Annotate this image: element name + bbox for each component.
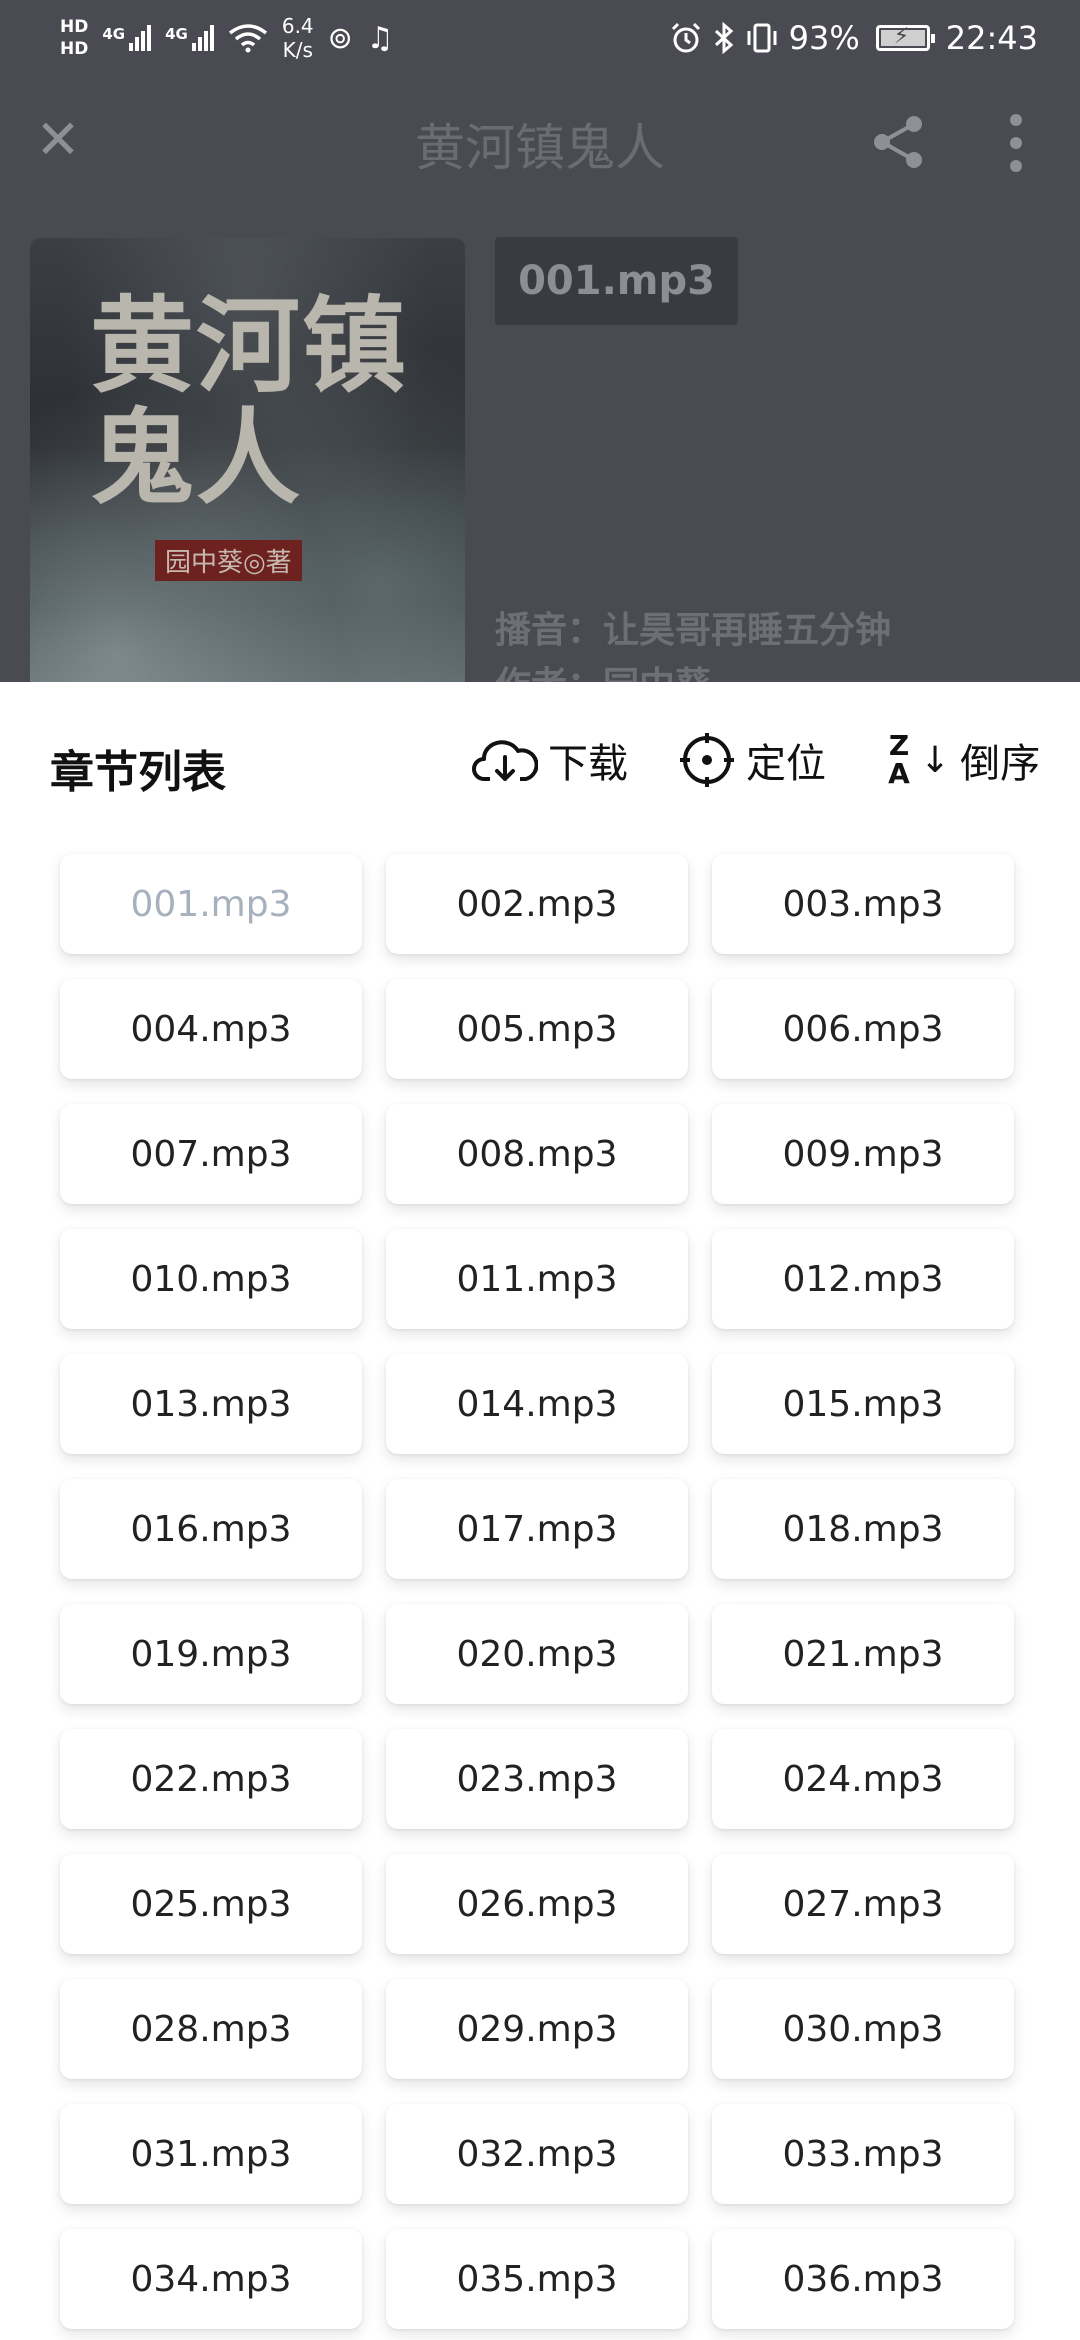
background-page: HD HD 4G 4G 6.4 K/s ⊚ ♫ 93% ⚡ 22:43 ✕ 黄河…	[0, 0, 1080, 682]
chapter-item[interactable]: 026.mp3	[386, 1854, 688, 1954]
chapter-item[interactable]: 018.mp3	[712, 1479, 1014, 1579]
sort-za-icon: Z A ↓	[880, 729, 950, 791]
status-bar: HD HD 4G 4G 6.4 K/s ⊚ ♫ 93% ⚡ 22:43	[0, 0, 1080, 72]
alarm-icon	[671, 22, 700, 53]
music-icon: ♫	[366, 20, 394, 56]
narrator-text: 播音：让昊哥再睡五分钟	[495, 610, 892, 651]
chapter-item[interactable]: 031.mp3	[60, 2104, 362, 2204]
download-label: 下载	[548, 741, 628, 787]
sort-a: A	[888, 757, 910, 790]
battery-icon: ⚡	[875, 24, 935, 51]
sheet-header: 章节列表 下载 定位 Z A ↓ 倒序	[0, 682, 1080, 842]
chapter-item[interactable]: 027.mp3	[712, 1854, 1014, 1954]
cloud-download-icon	[472, 740, 538, 781]
sort-z: Z	[888, 729, 910, 762]
share-icon[interactable]	[868, 112, 928, 172]
chapter-item[interactable]: 033.mp3	[712, 2104, 1014, 2204]
net2-label: 4G	[165, 25, 188, 43]
chapter-item[interactable]: 029.mp3	[386, 1979, 688, 2079]
chapter-item[interactable]: 014.mp3	[386, 1354, 688, 1454]
chapter-item[interactable]: 023.mp3	[386, 1729, 688, 1829]
hd2-label: HD	[60, 39, 89, 59]
cover-author: 园中葵◎著	[155, 540, 302, 581]
chapter-item[interactable]: 013.mp3	[60, 1354, 362, 1454]
chapter-item[interactable]: 015.mp3	[712, 1354, 1014, 1454]
chapter-item[interactable]: 008.mp3	[386, 1104, 688, 1204]
vibrate-icon	[747, 23, 777, 53]
sheet-title: 章节列表	[50, 747, 226, 798]
bluetooth-icon	[714, 21, 733, 55]
chapter-item[interactable]: 002.mp3	[386, 854, 688, 954]
network-speed: 6.4 K/s	[282, 14, 314, 62]
chapter-item[interactable]: 022.mp3	[60, 1729, 362, 1829]
author-text: 作者：园中葵	[495, 656, 711, 682]
net1-label: 4G	[102, 25, 126, 43]
chapter-list-sheet: 章节列表 下载 定位 Z A ↓ 倒序 001.mp3 002.mp3 003.…	[0, 682, 1080, 2340]
chapter-item[interactable]: 011.mp3	[386, 1229, 688, 1329]
cover-title: 黄河镇鬼人	[90, 284, 409, 519]
chapter-item[interactable]: 035.mp3	[386, 2229, 688, 2329]
chapter-item[interactable]: 009.mp3	[712, 1104, 1014, 1204]
chapter-grid: 001.mp3 002.mp3 003.mp3 004.mp3 005.mp3 006.m…	[60, 854, 1015, 2329]
chapter-item[interactable]: 019.mp3	[60, 1604, 362, 1704]
chapter-item[interactable]: 034.mp3	[60, 2229, 362, 2329]
chapter-item[interactable]: 006.mp3	[712, 979, 1014, 1079]
chapter-item[interactable]: 025.mp3	[60, 1854, 362, 1954]
chapter-item[interactable]: 007.mp3	[60, 1104, 362, 1204]
chapter-item[interactable]: 021.mp3	[712, 1604, 1014, 1704]
chapter-item[interactable]: 010.mp3	[60, 1229, 362, 1329]
wifi-icon	[228, 24, 267, 53]
chapter-item[interactable]: 036.mp3	[712, 2229, 1014, 2329]
clock: 22:43	[945, 19, 1038, 57]
chapter-item[interactable]: 017.mp3	[386, 1479, 688, 1579]
current-file-chip: 001.mp3	[495, 237, 738, 325]
book-cover: 黄河镇鬼人 园中葵◎著	[30, 238, 465, 682]
status-right: 93% ⚡ 22:43	[669, 10, 1038, 66]
chapter-item[interactable]: 020.mp3	[386, 1604, 688, 1704]
speed-unit: K/s	[282, 38, 313, 62]
app-notification-icon: ⊚	[327, 20, 353, 56]
chapter-item-current[interactable]: 001.mp3	[60, 854, 362, 954]
sort-label: 倒序	[960, 741, 1041, 787]
download-button[interactable]: 下载	[472, 728, 628, 792]
chapter-item[interactable]: 005.mp3	[386, 979, 688, 1079]
arrow-down-icon: ↓	[920, 739, 951, 781]
chapter-item[interactable]: 024.mp3	[712, 1729, 1014, 1829]
chapter-item[interactable]: 003.mp3	[712, 854, 1014, 954]
reverse-order-button[interactable]: Z A ↓ 倒序	[880, 728, 1040, 792]
speed-value: 6.4	[281, 14, 314, 38]
signal-2-icon: 4G	[165, 25, 214, 51]
locate-button[interactable]: 定位	[678, 728, 826, 792]
locate-icon	[680, 733, 734, 787]
chapter-item[interactable]: 030.mp3	[712, 1979, 1014, 2079]
signal-1-icon: 4G	[102, 25, 152, 51]
more-vertical-icon[interactable]	[990, 110, 1042, 176]
chapter-item[interactable]: 012.mp3	[712, 1229, 1014, 1329]
chapter-item[interactable]: 016.mp3	[60, 1479, 362, 1579]
hd-indicator: HD HD	[60, 16, 88, 60]
chapter-item[interactable]: 004.mp3	[60, 979, 362, 1079]
status-left: HD HD 4G 4G 6.4 K/s ⊚ ♫	[60, 8, 394, 68]
chapter-item[interactable]: 032.mp3	[386, 2104, 688, 2204]
battery-percent: 93%	[788, 19, 860, 57]
top-app-bar: ✕ 黄河镇鬼人	[0, 80, 1080, 205]
locate-label: 定位	[746, 741, 826, 787]
hd1-label: HD	[60, 17, 89, 37]
chapter-item[interactable]: 028.mp3	[60, 1979, 362, 2079]
